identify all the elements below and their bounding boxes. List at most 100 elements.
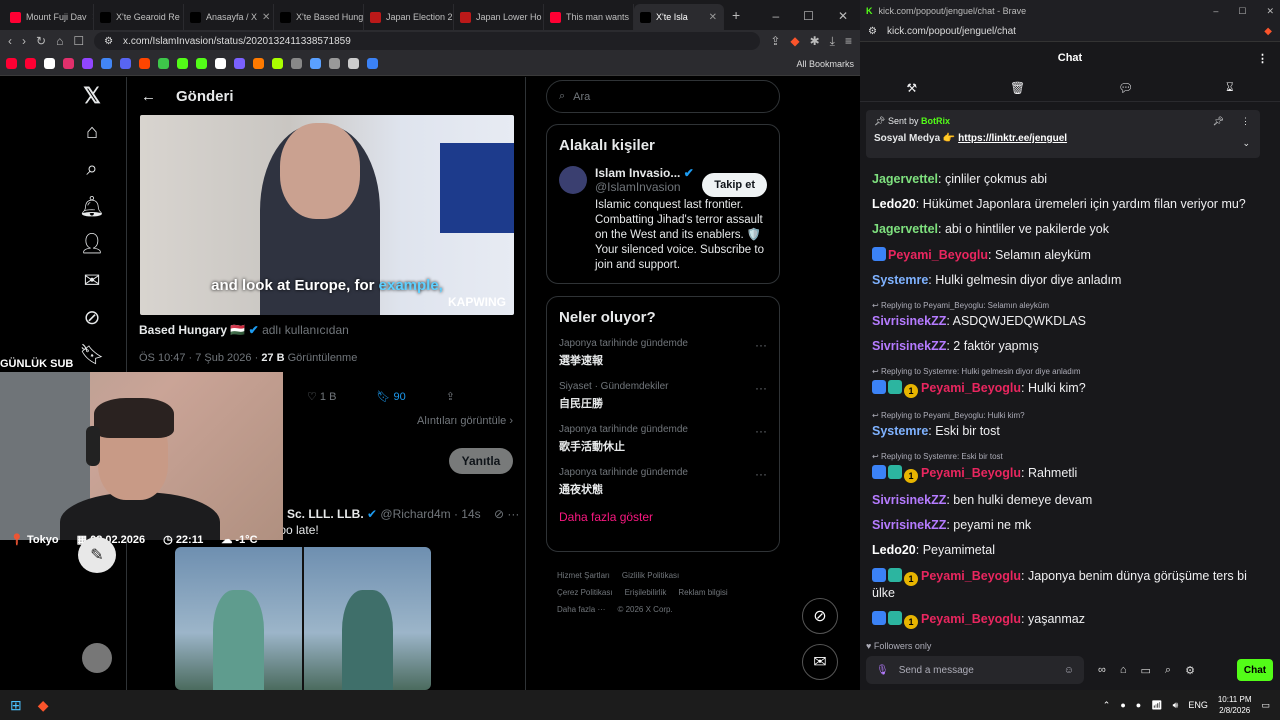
close-icon[interactable]: ✕ <box>1266 6 1274 17</box>
mod-hammer-icon[interactable]: ⚒ <box>906 81 917 95</box>
chat-message[interactable]: Ledo20: Hükümet Japonlara üremeleri için… <box>872 197 1264 212</box>
bookmark-icon[interactable] <box>158 58 169 69</box>
new-tab-icon[interactable]: + <box>724 7 748 30</box>
wifi-icon[interactable]: 📶︎ <box>1151 700 1162 711</box>
x-logo-icon[interactable]: 𝕏 <box>72 77 112 114</box>
footer-link[interactable]: Gizlilik Politikası <box>622 571 679 580</box>
grok-icon[interactable]: ⊘ <box>494 507 504 521</box>
home-nav-icon[interactable]: ⌂ <box>72 114 112 151</box>
tray-chevron-icon[interactable]: ⌃ <box>1103 700 1111 711</box>
emote-icon[interactable]: ∞ <box>1098 664 1106 677</box>
site-info-icon[interactable]: ⚙ <box>868 26 877 37</box>
more-icon[interactable]: ··· <box>507 507 519 521</box>
browser-tab[interactable]: Japan Lower Ho✕ <box>454 4 544 30</box>
bookmark-icon[interactable] <box>348 58 359 69</box>
bookmark-icon[interactable] <box>196 58 207 69</box>
trend-more-icon[interactable]: ··· <box>755 424 767 438</box>
brave-taskbar-icon[interactable]: ◆ <box>38 697 49 714</box>
chat-username[interactable]: SivrisinekZZ <box>872 493 946 507</box>
forward-icon[interactable]: › <box>22 34 26 48</box>
notification-icon[interactable]: ▭ <box>1261 700 1270 711</box>
extensions-icon[interactable]: ✱ <box>810 34 820 48</box>
trash-icon[interactable]: 🗑︎ <box>1010 81 1025 95</box>
share-icon[interactable]: ⇪ <box>770 34 780 48</box>
follow-button[interactable]: Takip et <box>702 173 767 197</box>
share-icon[interactable]: ⇪ <box>446 390 455 403</box>
minimize-icon[interactable]: – <box>1213 6 1218 17</box>
trend-item[interactable]: Japonya tarihinde gündemde 歌手活動休止 ··· <box>559 424 767 454</box>
close-icon[interactable]: ✕ <box>838 9 848 23</box>
chat-username[interactable]: Systemre <box>872 273 928 287</box>
like-button[interactable]: ♡ 1 B <box>307 390 336 403</box>
compose-post-button[interactable]: ✎ <box>78 537 116 573</box>
footer-link[interactable]: © 2026 X Corp. <box>617 605 672 614</box>
chat-url-text[interactable]: kick.com/popout/jenguel/chat <box>887 26 1016 37</box>
statue-image[interactable] <box>304 547 431 690</box>
brave-shield-icon[interactable]: ◆ <box>790 34 799 48</box>
reply-context[interactable]: ↩ Replying to Systemre: Hulki gelmesin d… <box>872 364 1264 379</box>
chat-username[interactable]: SivrisinekZZ <box>872 518 946 532</box>
bookmark-youtube-icon[interactable] <box>25 58 36 69</box>
chat-username[interactable]: Peyami_Beyoglu <box>921 381 1021 395</box>
trend-item[interactable]: Japonya tarihinde gündemde 選挙速報 ··· <box>559 338 767 368</box>
search-input[interactable]: ⌕ Ara <box>546 80 780 113</box>
reply-author[interactable]: Sc. LLL. LLB. <box>287 507 364 521</box>
footer-link[interactable]: Erişilebilirlik <box>625 588 667 597</box>
chat-username[interactable]: Peyami_Beyoglu <box>921 612 1021 626</box>
post-video[interactable]: and look at Europe, for example, KAPWING <box>140 115 514 315</box>
volume-icon[interactable]: 🔊︎ <box>1173 700 1179 711</box>
browser-tab[interactable]: Mount Fuji Dav✕ <box>4 4 94 30</box>
chat-message[interactable]: 1 Peyami_Beyoglu: yaşanmaz <box>872 611 1264 629</box>
bookmarks-nav-icon[interactable]: 🔖︎ <box>72 336 112 373</box>
emoji-icon[interactable]: ☺ <box>1064 665 1074 676</box>
store-icon[interactable]: ⌂ <box>1120 664 1127 677</box>
bookmark-icon[interactable] <box>253 58 264 69</box>
chat-username[interactable]: Ledo20 <box>872 543 916 557</box>
mic-icon[interactable]: 🎙︎ <box>876 665 889 676</box>
footer-link[interactable]: Çerez Politikası <box>557 588 613 597</box>
chat-username[interactable]: Peyami_Beyoglu <box>888 248 988 262</box>
browser-tab[interactable]: X'te Based Hung✕ <box>274 4 364 30</box>
grok-nav-icon[interactable]: ⊘ <box>72 299 112 336</box>
chat-message[interactable]: Jagervettel: abi o hintliler ve pakilerd… <box>872 222 1264 237</box>
bookmark-kick-icon[interactable] <box>177 58 188 69</box>
bookmark-button[interactable]: 🔖︎ 90 <box>376 390 405 403</box>
browser-tab[interactable]: This man wants✕ <box>544 4 634 30</box>
bookmark-icon[interactable] <box>310 58 321 69</box>
view-quotes-link[interactable]: Alıntıları görüntüle › <box>417 415 513 427</box>
chat-username[interactable]: SivrisinekZZ <box>872 339 946 353</box>
footer-link[interactable]: Daha fazla ··· <box>557 605 605 614</box>
chat-message[interactable]: Jagervettel: çinliler çokmus abi <box>872 172 1264 187</box>
show-more-link[interactable]: Daha fazla göster <box>559 510 767 524</box>
chat-message[interactable]: Peyami_Beyoglu: Selamın aleyküm <box>872 247 1264 263</box>
reload-icon[interactable]: ↻ <box>36 34 46 48</box>
bookmark-instagram-icon[interactable] <box>63 58 74 69</box>
chat-username[interactable]: Jagervettel <box>872 222 938 236</box>
chat-message[interactable]: ↩ Replying to Systemre: Hulki gelmesin d… <box>872 364 1264 398</box>
footer-link[interactable]: Reklam bilgisi <box>678 588 727 597</box>
chat-message[interactable]: SivrisinekZZ: peyami ne mk <box>872 518 1264 533</box>
brave-shield-icon[interactable]: ◆ <box>1264 26 1272 37</box>
chat-username[interactable]: Jagervettel <box>872 172 938 186</box>
bookmark-twitch-icon[interactable] <box>82 58 93 69</box>
bookmark-reddit-icon[interactable] <box>139 58 150 69</box>
pinned-more-icon[interactable]: ⋮ <box>1241 116 1250 127</box>
home-icon[interactable]: ⌂ <box>56 34 63 48</box>
settings-icon[interactable]: ⚙ <box>1185 664 1195 677</box>
footer-link[interactable]: Hizmet Şartları <box>557 571 610 580</box>
chat-message[interactable]: ↩ Replying to Systemre: Eski bir tost 1 Pe… <box>872 449 1264 483</box>
messages-fab-icon[interactable]: ✉ <box>802 644 838 680</box>
bookmark-icon[interactable] <box>329 58 340 69</box>
account-avatar[interactable] <box>82 643 112 673</box>
bookmark-icon[interactable]: ☐ <box>73 34 84 48</box>
all-bookmarks[interactable]: All Bookmarks <box>796 59 854 69</box>
bookmark-icon[interactable] <box>367 58 378 69</box>
maximize-icon[interactable]: ☐ <box>803 9 814 23</box>
reply-context[interactable]: ↩ Replying to Peyami_Beyoglu: Selamın al… <box>872 298 1264 313</box>
url-field[interactable]: ⚙ x.com/IslamInvasion/status/202013241133… <box>94 32 761 50</box>
messages-nav-icon[interactable]: ✉ <box>72 262 112 299</box>
chat-bubble-icon[interactable]: 💬︎ <box>1118 81 1133 95</box>
chat-username[interactable]: Systemre <box>872 424 928 438</box>
chat-username[interactable]: Peyami_Beyoglu <box>921 569 1021 583</box>
tab-close-icon[interactable]: ✕ <box>709 12 717 23</box>
